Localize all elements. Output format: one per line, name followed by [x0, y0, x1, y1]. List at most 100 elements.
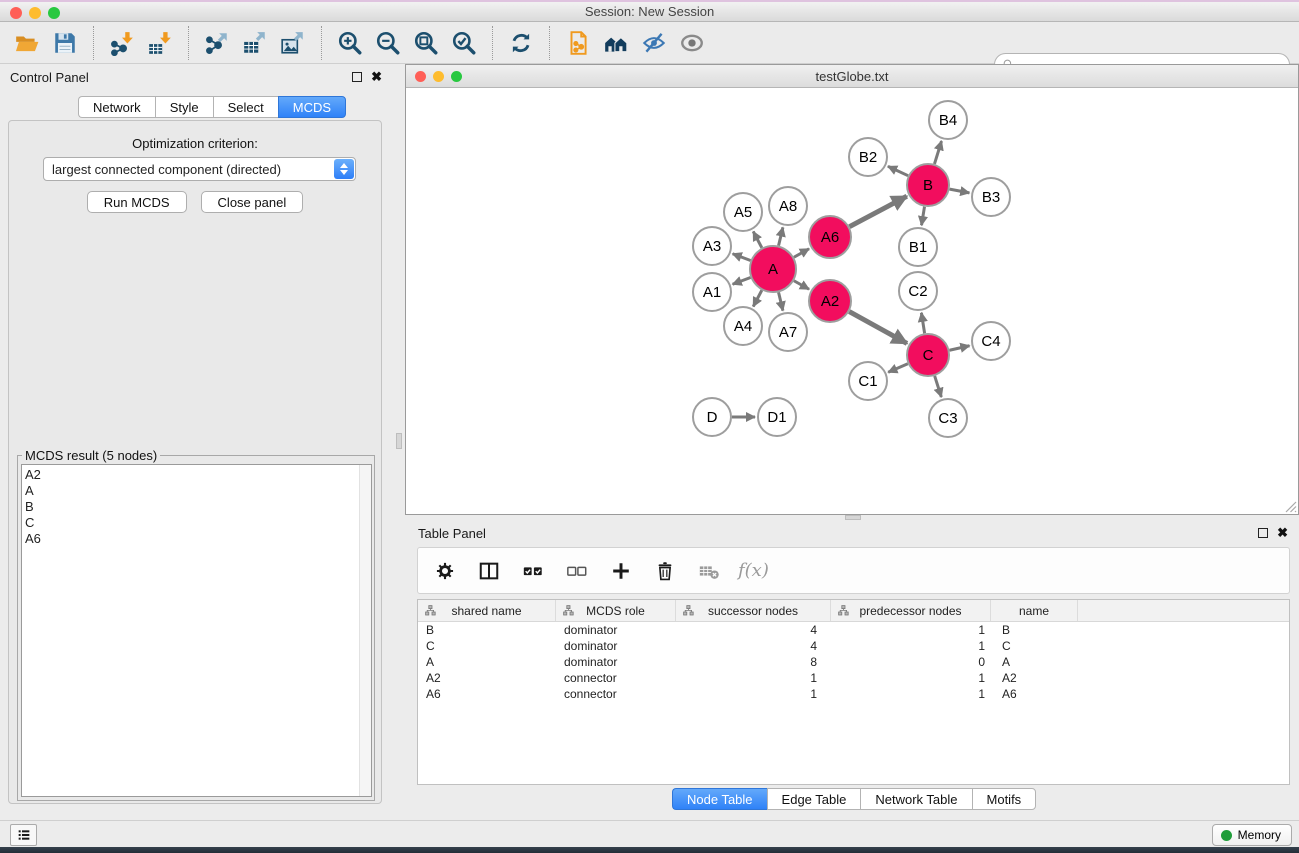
close-window-button[interactable] [10, 7, 22, 19]
graph-node-A7[interactable]: A7 [769, 313, 807, 351]
tab-edge-table[interactable]: Edge Table [767, 788, 861, 810]
graph-edge-A-A4[interactable] [753, 290, 762, 306]
import-table-button[interactable] [141, 25, 179, 61]
tab-motifs[interactable]: Motifs [972, 788, 1037, 810]
graph-edge-C-C2[interactable] [921, 313, 924, 334]
memory-button[interactable]: Memory [1212, 824, 1292, 846]
graph-node-A3[interactable]: A3 [693, 227, 731, 265]
tab-network[interactable]: Network [78, 96, 155, 118]
graph-edge-A-A1[interactable] [733, 277, 751, 284]
mcds-result-item[interactable]: C [25, 515, 371, 531]
mcds-result-item[interactable]: B [25, 499, 371, 515]
graph-node-C4[interactable]: C4 [972, 322, 1010, 360]
float-panel-icon[interactable] [352, 72, 362, 82]
column-header-successor-nodes[interactable]: successor nodes [676, 600, 831, 621]
network-window-titlebar[interactable]: testGlobe.txt [406, 65, 1298, 88]
graph-node-D1[interactable]: D1 [758, 398, 796, 436]
minimize-window-button[interactable] [29, 7, 41, 19]
table-row[interactable]: Bdominator41B [418, 622, 1289, 638]
network-close-button[interactable] [415, 71, 426, 82]
add-column-button[interactable] [606, 556, 636, 586]
graph-node-C1[interactable]: C1 [849, 362, 887, 400]
app-titlebar[interactable]: Session: New Session [0, 2, 1299, 22]
graph-edge-C-C3[interactable] [935, 376, 942, 397]
graph-edge-A-A8[interactable] [779, 227, 783, 245]
graph-node-B[interactable]: B [907, 164, 949, 206]
graph-node-B3[interactable]: B3 [972, 178, 1010, 216]
network-canvas[interactable]: B4B2BB3B1A5A8A6A3AA1A2A4A7C2CC4C1C3DD1 [406, 88, 1298, 514]
result-scrollbar[interactable] [359, 465, 371, 796]
hide-selected-button[interactable] [635, 25, 673, 61]
export-image-button[interactable] [274, 25, 312, 61]
zoom-in-button[interactable] [331, 25, 369, 61]
unselect-all-button[interactable] [562, 556, 592, 586]
mcds-result-list[interactable]: A2ABCA6 [21, 464, 372, 797]
tab-style[interactable]: Style [155, 96, 213, 118]
mcds-result-item[interactable]: A2 [25, 467, 371, 483]
graph-edge-C-C4[interactable] [949, 346, 969, 350]
run-mcds-button[interactable]: Run MCDS [87, 191, 187, 213]
maximize-window-button[interactable] [48, 7, 60, 19]
graph-edge-A2-C[interactable] [849, 312, 907, 344]
network-maximize-button[interactable] [451, 71, 462, 82]
close-panel-icon[interactable]: ✖ [371, 72, 382, 82]
graph-edge-A-A6[interactable] [794, 249, 809, 258]
settings-gear-button[interactable] [430, 556, 460, 586]
graph-node-A5[interactable]: A5 [724, 193, 762, 231]
graph-edge-B-B4[interactable] [934, 141, 941, 164]
task-history-button[interactable] [10, 824, 37, 846]
close-table-panel-icon[interactable]: ✖ [1277, 528, 1288, 538]
graph-edge-B-B3[interactable] [950, 189, 970, 193]
divider-grip-vertical[interactable] [396, 433, 402, 449]
graph-node-B4[interactable]: B4 [929, 101, 967, 139]
criterion-select[interactable]: largest connected component (directed) [43, 157, 356, 181]
float-table-panel-icon[interactable] [1258, 528, 1268, 538]
tab-network-table[interactable]: Network Table [860, 788, 971, 810]
delete-column-button[interactable] [650, 556, 680, 586]
graph-node-B2[interactable]: B2 [849, 138, 887, 176]
home-layout-button[interactable] [597, 25, 635, 61]
column-header-shared-name[interactable]: shared name [418, 600, 556, 621]
save-session-button[interactable] [46, 25, 84, 61]
clone-network-button[interactable] [559, 25, 597, 61]
import-network-button[interactable] [103, 25, 141, 61]
open-file-button[interactable] [8, 25, 46, 61]
table-row[interactable]: Adominator80A [418, 654, 1289, 670]
column-header-predecessor-nodes[interactable]: predecessor nodes [831, 600, 991, 621]
tab-node-table[interactable]: Node Table [672, 788, 767, 810]
graph-node-B1[interactable]: B1 [899, 228, 937, 266]
tab-select[interactable]: Select [213, 96, 278, 118]
graph-edge-B-B2[interactable] [888, 166, 908, 175]
mcds-result-item[interactable]: A [25, 483, 371, 499]
graph-node-A[interactable]: A [750, 246, 796, 292]
graph-edge-A-A5[interactable] [753, 231, 762, 247]
split-columns-button[interactable] [474, 556, 504, 586]
graph-node-A6[interactable]: A6 [809, 216, 851, 258]
close-panel-button[interactable]: Close panel [201, 191, 304, 213]
graph-node-A2[interactable]: A2 [809, 280, 851, 322]
graph-node-C2[interactable]: C2 [899, 272, 937, 310]
zoom-fit-button[interactable] [407, 25, 445, 61]
graph-edge-A-A7[interactable] [779, 292, 783, 310]
graph-edge-A-A2[interactable] [794, 281, 809, 290]
table-row[interactable]: A6connector11A6 [418, 686, 1289, 702]
graph-edge-A6-B[interactable] [849, 196, 906, 226]
zoom-selected-button[interactable] [445, 25, 483, 61]
graph-node-A8[interactable]: A8 [769, 187, 807, 225]
resize-handle-icon[interactable] [1284, 500, 1297, 513]
select-all-button[interactable] [518, 556, 548, 586]
network-minimize-button[interactable] [433, 71, 444, 82]
show-all-button[interactable] [673, 25, 711, 61]
column-header-name[interactable]: name [991, 600, 1078, 621]
graph-node-C[interactable]: C [907, 334, 949, 376]
graph-edge-B-B1[interactable] [922, 207, 925, 226]
table-row[interactable]: Cdominator41C [418, 638, 1289, 654]
graph-node-A1[interactable]: A1 [693, 273, 731, 311]
graph-edge-A-A3[interactable] [733, 254, 751, 261]
export-network-button[interactable] [198, 25, 236, 61]
export-table-button[interactable] [236, 25, 274, 61]
zoom-out-button[interactable] [369, 25, 407, 61]
column-header-MCDS-role[interactable]: MCDS role [556, 600, 676, 621]
graph-node-A4[interactable]: A4 [724, 307, 762, 345]
graph-edge-C-C1[interactable] [888, 364, 908, 373]
